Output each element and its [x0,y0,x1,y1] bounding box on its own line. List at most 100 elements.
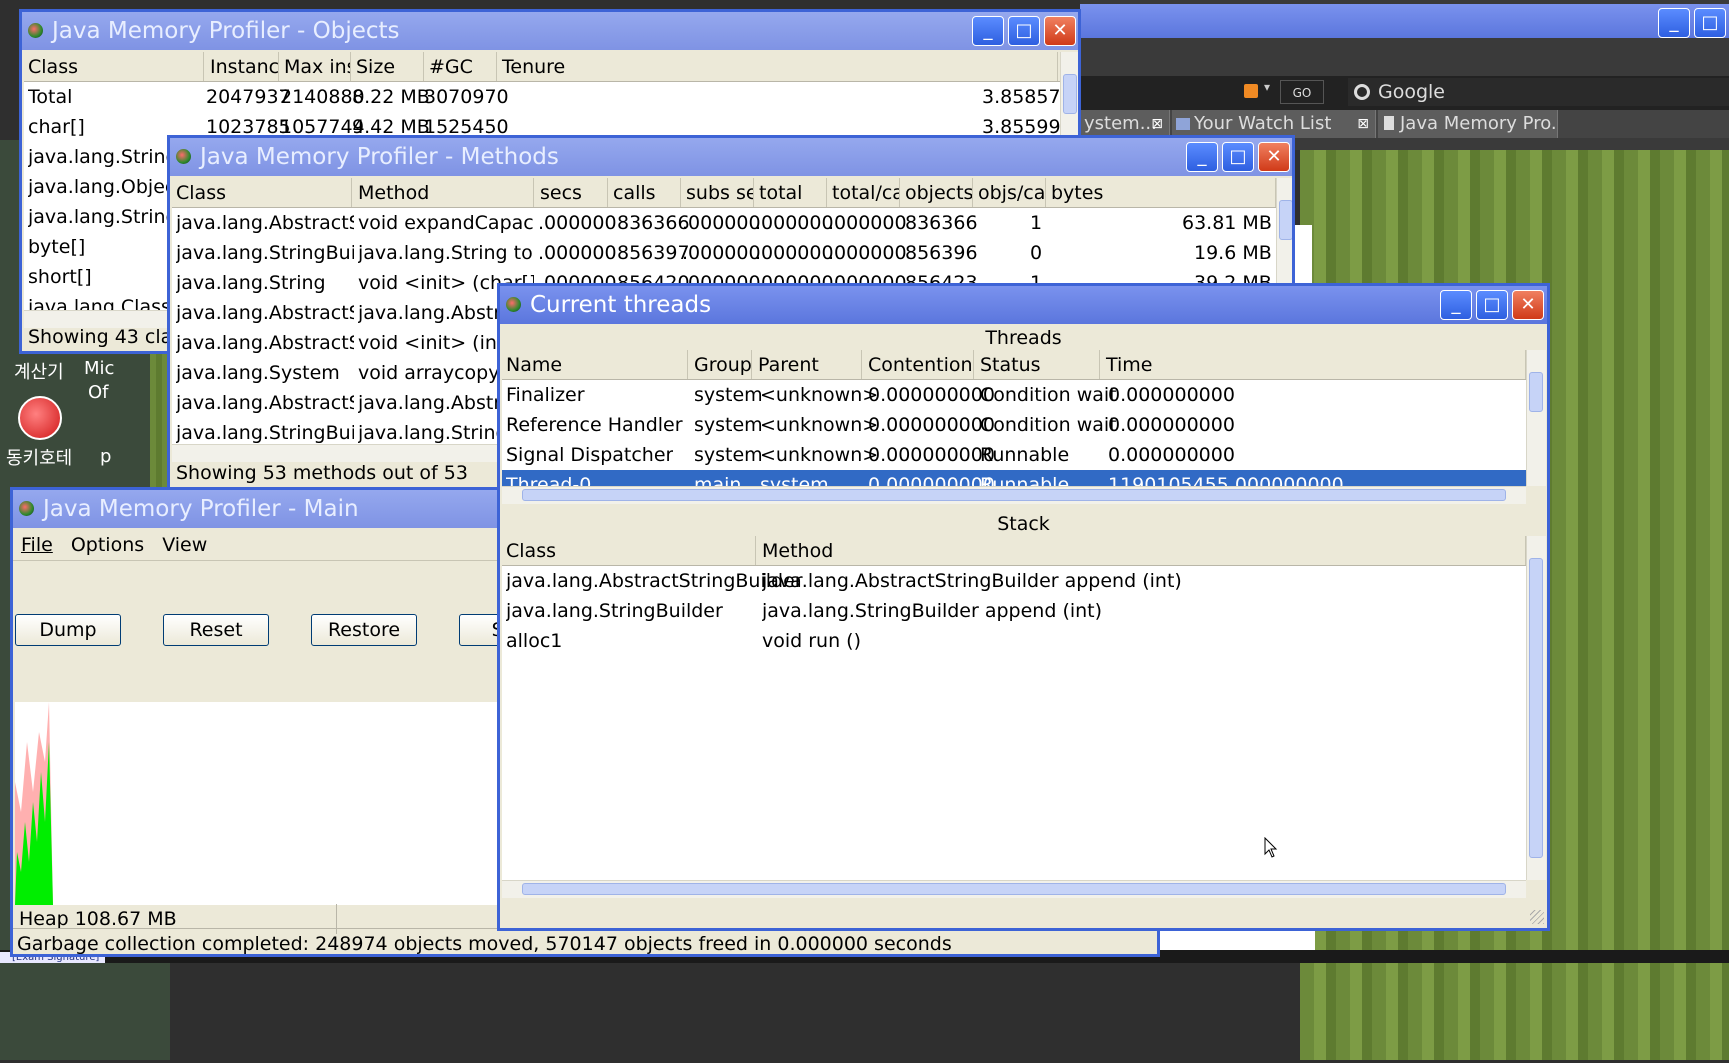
threads-titlebar[interactable]: Current threads _ □ ✕ [500,286,1547,324]
cell-class: java.lang.String [176,272,326,294]
cell-time: 0.000000000 [1108,414,1235,436]
column-header-calls[interactable]: calls [609,178,681,207]
maximize-button[interactable]: □ [1008,16,1040,46]
app-icon [28,23,43,38]
cell-objects: 836366 [905,212,978,234]
cell-parent: <unknown> [760,414,879,436]
minimize-button[interactable]: _ [1186,142,1218,172]
table-row[interactable]: java.lang.StringBuilder java.lang.String… [502,596,1526,626]
column-header-method[interactable]: Method [354,178,534,207]
close-tab-icon[interactable]: ⊠ [1357,110,1369,138]
browser-toolbar: ▾ GO Google [1080,76,1729,110]
cell-method: java.lang.AbstractStringBuilder append (… [762,570,1182,592]
threads-horizontal-scrollbar[interactable] [502,486,1526,504]
menu-options[interactable]: Options [71,530,144,560]
menu-view[interactable]: View [162,530,207,560]
desktop-icon-calculator-label[interactable]: 계산기 [14,358,64,384]
column-header-status[interactable]: Status [976,350,1100,379]
column-header-parent[interactable]: Parent [754,350,862,379]
table-row[interactable]: java.lang.AbstractStrir void expandCapac… [172,208,1276,238]
google-search-box[interactable]: Google [1348,78,1729,106]
desktop-icon-mic-label[interactable]: Mic [84,358,114,379]
close-button[interactable]: ✕ [1044,16,1076,46]
close-button[interactable]: ✕ [1258,142,1290,172]
column-header-contention[interactable]: Contention [864,350,974,379]
close-tab-icon[interactable]: ⊠ [1151,110,1163,138]
column-header-tenure[interactable]: Tenure [498,52,1058,81]
gc-status: Garbage collection completed: 248974 obj… [13,928,1153,954]
column-header-max-instances[interactable]: Max ins [280,52,351,81]
desktop-icon-of-label[interactable]: Of [88,382,109,403]
scroll-thumb[interactable] [522,883,1506,895]
column-header-method[interactable]: Method [758,536,1526,565]
donkey-app-icon[interactable] [18,396,62,440]
browser-minimize-button[interactable]: _ [1658,8,1690,38]
cell-group: main [694,474,742,486]
column-header-objs-per-call[interactable]: objs/cal [974,178,1046,207]
column-header-name[interactable]: Name [502,350,688,379]
desktop-icon-donkey-label[interactable]: 동키호테 [6,444,72,470]
reset-button[interactable]: Reset [163,614,269,646]
cell-method: java.lang.StringBuilder append (int) [762,600,1103,622]
methods-title: Java Memory Profiler - Methods [200,144,559,170]
column-header-size[interactable]: Size [352,52,424,81]
scroll-thumb[interactable] [1529,372,1543,412]
go-button[interactable]: GO [1280,80,1324,104]
table-row[interactable]: Reference Handler system <unknown> 0.000… [502,410,1526,440]
dump-button[interactable]: Dump [15,614,121,646]
cell-group: system [694,444,763,466]
table-row[interactable]: Finalizer system <unknown> 0.000000000 C… [502,380,1526,410]
column-header-total-per-call[interactable]: total/ca [828,178,900,207]
close-button[interactable]: ✕ [1512,290,1544,320]
cell-class: java.lang.AbstractStrir [176,332,354,354]
stack-horizontal-scrollbar[interactable] [502,880,1526,898]
column-header-class[interactable]: Class [172,178,352,207]
scroll-thumb[interactable] [1063,74,1077,114]
maximize-button[interactable]: □ [1476,290,1508,320]
column-header-bytes[interactable]: bytes [1047,178,1276,207]
cell-subs: .000000 [682,242,761,264]
column-header-time[interactable]: Time [1102,350,1526,379]
table-row[interactable]: Total 2047937 2140880 8.22 MB 3070970 3.… [24,82,1060,112]
minimize-button[interactable]: _ [1440,290,1472,320]
cell-contention: 0.000000000 [868,444,995,466]
stack-vertical-scrollbar[interactable] [1526,536,1546,880]
threads-vertical-scrollbar[interactable] [1526,350,1546,486]
column-header-total[interactable]: total [755,178,827,207]
table-row[interactable]: alloc1 void run () [502,626,1526,656]
scroll-thumb[interactable] [1529,558,1543,858]
cell-status: Condition wait [980,414,1117,436]
minimize-button[interactable]: _ [972,16,1004,46]
cell-status: Runnable [980,474,1070,486]
table-row[interactable]: java.lang.AbstractStringBuilder java.lan… [502,566,1526,596]
table-row[interactable]: java.lang.StringBuilde java.lang.String … [172,238,1276,268]
cell-name: Thread-0 [506,474,592,486]
column-header-class[interactable]: Class [24,52,204,81]
cell-time: 0.000000000 [1108,384,1235,406]
table-row-selected[interactable]: Thread-0 main system 0.000000000 Runnabl… [502,470,1526,486]
column-header-group[interactable]: Group [690,350,752,379]
browser-tab-java-memory[interactable]: Java Memory Pro... [1378,110,1558,138]
column-header-class[interactable]: Class [502,536,756,565]
table-row[interactable]: Signal Dispatcher system <unknown> 0.000… [502,440,1526,470]
menu-file[interactable]: File [21,530,53,560]
resize-grip-icon[interactable] [1530,910,1544,924]
cell-time: 1190105455.000000000 [1108,474,1344,486]
column-header-secs[interactable]: secs [536,178,608,207]
browser-maximize-button[interactable]: □ [1694,8,1726,38]
column-header-instances[interactable]: Instanc [206,52,279,81]
rss-icon[interactable] [1244,84,1258,98]
restore-button[interactable]: Restore [311,614,417,646]
column-header-gc[interactable]: #GC [425,52,497,81]
column-header-subs[interactable]: subs se [682,178,754,207]
maximize-button[interactable]: □ [1222,142,1254,172]
chevron-down-icon[interactable]: ▾ [1264,80,1270,94]
scroll-thumb[interactable] [522,489,1506,501]
browser-tab-system[interactable]: ystem... ⊠ [1080,110,1170,138]
cell-objs-per-call: 1 [1030,212,1043,234]
objects-titlebar[interactable]: Java Memory Profiler - Objects _ □ ✕ [22,12,1078,50]
column-header-objects[interactable]: objects [901,178,973,207]
methods-titlebar[interactable]: Java Memory Profiler - Methods _ □ ✕ [170,138,1292,176]
browser-tab-watch-list[interactable]: Your Watch List ⊠ [1172,110,1376,138]
scroll-thumb[interactable] [1279,200,1292,240]
